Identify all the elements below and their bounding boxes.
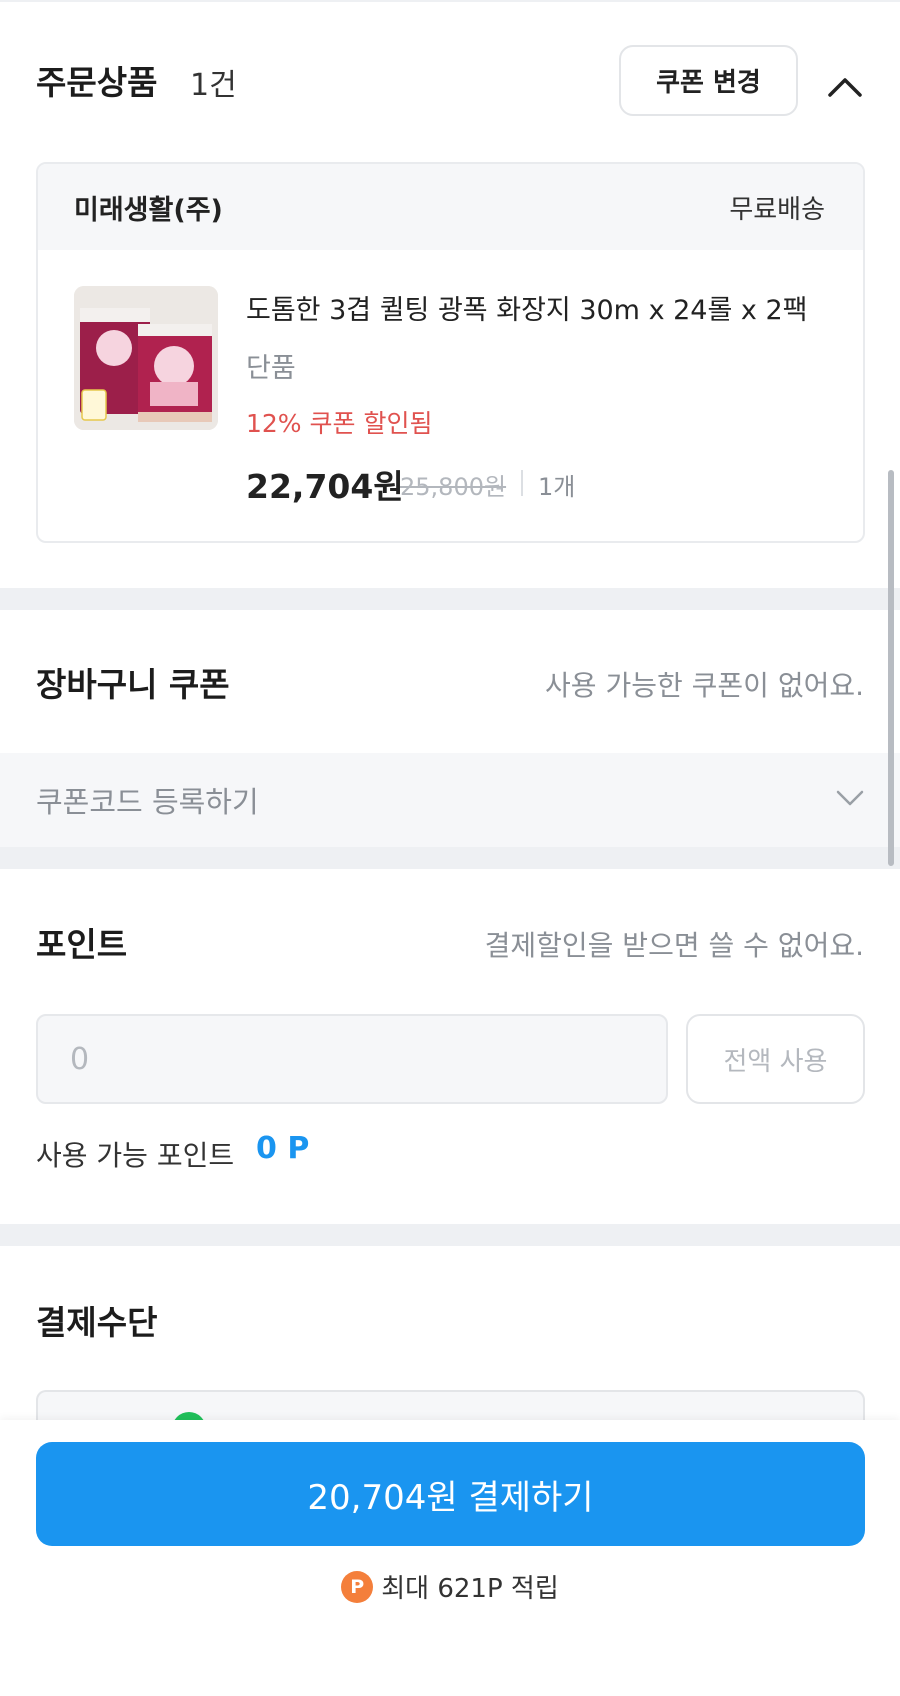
cart-coupon-title: 장바구니 쿠폰	[36, 665, 230, 704]
cart-coupon-message: 사용 가능한 쿠폰이 없어요.	[545, 669, 864, 702]
product-quantity: 1개	[538, 473, 576, 501]
chevron-up-icon[interactable]	[820, 62, 870, 112]
product-price: 22,704원	[246, 467, 404, 506]
section-divider	[0, 1224, 900, 1246]
chevron-down-icon	[836, 789, 864, 811]
pay-button[interactable]: 20,704원 결제하기	[36, 1442, 865, 1546]
scrollbar[interactable]	[888, 470, 894, 866]
coupon-code-label: 쿠폰코드 등록하기	[36, 785, 259, 819]
product-name[interactable]: 도톰한 3겹 퀼팅 광폭 화장지 30m x 24롤 x 2팩	[246, 288, 808, 327]
reward-text: 최대 621P 적립	[381, 1574, 559, 1604]
coupon-change-button[interactable]: 쿠폰 변경	[619, 45, 798, 116]
use-all-points-button[interactable]: 전액 사용	[686, 1014, 865, 1104]
product-thumbnail[interactable]	[74, 286, 218, 430]
product-option: 단품	[246, 353, 296, 384]
section-divider	[0, 847, 900, 869]
available-points-value: 0 P	[256, 1131, 310, 1166]
available-points-label: 사용 가능 포인트	[36, 1139, 235, 1172]
seller-name: 미래생활(주)	[74, 194, 223, 226]
points-input[interactable]	[36, 1014, 668, 1104]
points-title: 포인트	[36, 925, 128, 964]
section-divider	[0, 588, 900, 610]
point-icon: P	[341, 1570, 374, 1603]
top-divider	[0, 0, 900, 2]
seller-header: 미래생활(주) 무료배송	[38, 164, 863, 250]
order-count: 1건	[190, 68, 237, 103]
coupon-code-register-row[interactable]: 쿠폰코드 등록하기	[0, 753, 900, 847]
product-discount-text: 12% 쿠폰 할인됨	[246, 409, 433, 438]
checkout-bar: 20,704원 결제하기 P 최대 621P 적립	[0, 1420, 900, 1696]
payment-method-title: 결제수단	[36, 1303, 158, 1342]
price-separator	[521, 470, 523, 496]
product-original-price: 25,800원	[400, 473, 507, 501]
seller-order-card: 미래생활(주) 무료배송 도톰한 3겹 퀼팅 광폭 화장지 30m x 24롤 …	[36, 162, 865, 543]
order-section-title: 주문상품	[36, 63, 158, 102]
shipping-info: 무료배송	[729, 194, 825, 225]
reward-info: P 최대 621P 적립	[0, 1568, 900, 1605]
points-message: 결제할인을 받으면 쓸 수 없어요.	[484, 929, 864, 962]
